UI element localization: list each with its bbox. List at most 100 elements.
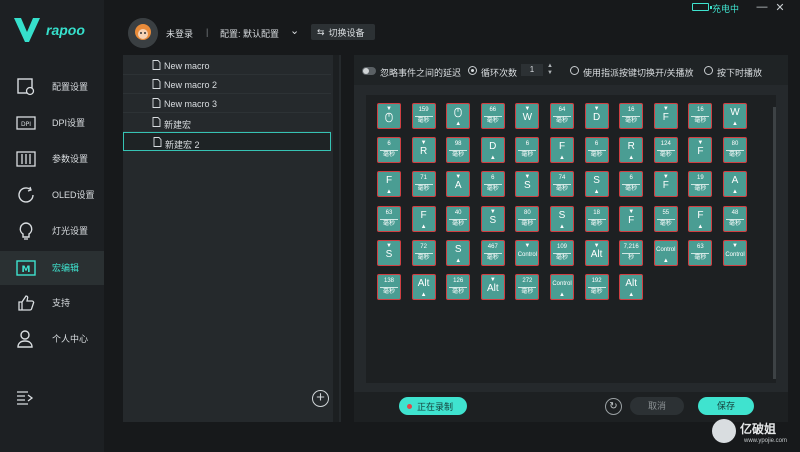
macro-delay-step[interactable]: 72 毫秒 xyxy=(411,239,436,266)
record-button[interactable]: 正在录制 xyxy=(399,397,467,415)
grid-scrollbar[interactable] xyxy=(773,107,776,379)
cancel-button[interactable]: 取消 xyxy=(630,397,684,415)
macro-key-step[interactable]: ▲ W xyxy=(723,103,747,129)
sidebar-item-bulb[interactable]: 灯光设置 xyxy=(0,214,104,248)
loop-count-input[interactable]: 1 xyxy=(521,64,543,76)
macro-key-step[interactable]: ▲ A xyxy=(723,171,747,198)
macro-key-step[interactable]: ▲ S xyxy=(584,171,609,198)
macro-delay-step[interactable]: 126 毫秒 xyxy=(446,274,471,300)
macro-key-step[interactable]: ▼ S xyxy=(480,205,505,232)
macro-delay-step[interactable]: 18 毫秒 xyxy=(584,205,609,232)
macro-delay-step[interactable]: 6 毫秒 xyxy=(619,171,644,198)
macro-key-step[interactable]: ▲ F xyxy=(411,205,436,232)
sidebar-item-dpi[interactable]: DPI DPI设置 xyxy=(0,106,104,140)
macro-delay-step[interactable]: 192 毫秒 xyxy=(584,274,609,300)
macro-key-step[interactable]: ▲ Alt xyxy=(411,274,436,300)
macro-key-step[interactable]: ▲ F xyxy=(550,137,574,164)
macro-delay-step[interactable]: 80 毫秒 xyxy=(723,137,747,164)
toggle-play-radio[interactable] xyxy=(570,66,579,75)
refresh-icon[interactable]: ↻ xyxy=(605,398,622,415)
profile-dropdown-icon[interactable]: ⌄ xyxy=(290,24,299,37)
save-button[interactable]: 保存 xyxy=(698,397,754,415)
macro-list-item[interactable]: New macro 3 xyxy=(123,94,331,113)
macro-delay-step[interactable]: 6 毫秒 xyxy=(377,137,401,164)
macro-key-step[interactable]: ▲ Alt xyxy=(619,274,644,300)
oled-icon xyxy=(16,185,36,205)
ignore-delay-toggle[interactable] xyxy=(362,67,376,75)
sidebar-item-config[interactable]: 配置设置 xyxy=(0,70,104,104)
macro-delay-step[interactable]: 7,216 秒 xyxy=(619,239,644,266)
sidebar-item-macro[interactable]: M 宏编辑 xyxy=(0,251,104,285)
sidebar-item-sliders[interactable]: 参数设置 xyxy=(0,142,104,176)
macro-list-item[interactable]: 新建宏 xyxy=(123,113,331,132)
macro-key-step[interactable]: ▼ Control xyxy=(723,239,747,266)
macro-list-item[interactable]: 新建宏 2 xyxy=(123,132,331,151)
switch-device-button[interactable]: ⇆ 切换设备 xyxy=(311,24,375,40)
macro-delay-step[interactable]: 16 毫秒 xyxy=(619,103,644,129)
macro-delay-step[interactable]: 71 毫秒 xyxy=(411,171,436,198)
macro-key-step[interactable]: ▲ S xyxy=(446,239,471,266)
macro-delay-step[interactable]: 98 毫秒 xyxy=(446,137,471,164)
macro-delay-step[interactable]: 6 毫秒 xyxy=(480,171,505,198)
macro-delay-step[interactable]: 40 毫秒 xyxy=(446,205,471,232)
macro-delay-step[interactable]: 6 毫秒 xyxy=(515,137,540,164)
macro-key-step[interactable]: ▼ Control xyxy=(515,239,540,266)
close-icon[interactable]: ✕ xyxy=(773,1,787,14)
macro-delay-step[interactable]: 74 毫秒 xyxy=(550,171,574,198)
macro-delay-step[interactable]: 6 毫秒 xyxy=(584,137,609,164)
macro-list-item[interactable]: New macro xyxy=(123,56,331,75)
macro-delay-step[interactable]: 159 毫秒 xyxy=(411,103,436,129)
sidebar-item-thumbs-up[interactable]: 支持 xyxy=(0,286,104,320)
macro-key-step[interactable]: ▲ F xyxy=(377,171,401,198)
avatar[interactable] xyxy=(128,18,158,48)
macro-delay-step[interactable]: 63 毫秒 xyxy=(688,239,713,266)
macro-key-step[interactable]: ▼ F xyxy=(619,205,644,232)
macro-delay-step[interactable]: 16 毫秒 xyxy=(688,103,713,129)
hold-play-radio[interactable] xyxy=(704,66,713,75)
minimize-icon[interactable]: — xyxy=(755,1,769,13)
macro-delay-step[interactable]: 63 毫秒 xyxy=(377,205,401,232)
add-macro-button[interactable]: + xyxy=(312,390,329,407)
macro-key-step[interactable]: ▼ F xyxy=(653,171,678,198)
macro-key-step[interactable]: ▼ F xyxy=(688,137,713,164)
macro-list-item[interactable]: New macro 2 xyxy=(123,75,331,94)
macro-key-step[interactable]: ▼ A xyxy=(446,171,471,198)
macro-key-step[interactable]: ▲ Control xyxy=(653,239,678,266)
macro-key-step[interactable]: ▲ D xyxy=(480,137,505,164)
macro-key-step[interactable]: ▼ D xyxy=(584,103,609,129)
macro-key-step[interactable]: ▼ S xyxy=(515,171,540,198)
macro-key-step[interactable]: ▼ W xyxy=(515,103,540,129)
macro-delay-step[interactable]: 64 毫秒 xyxy=(550,103,574,129)
sidebar-item-oled[interactable]: OLED设置 xyxy=(0,178,104,212)
macro-delay-step[interactable]: 80 毫秒 xyxy=(515,205,540,232)
key-up-arrow-icon: ▲ xyxy=(628,292,635,298)
loop-count-spinner-icon[interactable]: ▲ ▼ xyxy=(547,63,553,77)
macro-delay-step[interactable]: 467 毫秒 xyxy=(480,239,505,266)
macro-key-step[interactable]: ▼ S xyxy=(377,239,401,266)
macro-delay-step[interactable]: 55 毫秒 xyxy=(653,205,678,232)
macro-key-step[interactable]: ▲ xyxy=(446,103,471,129)
macro-delay-step[interactable]: 19 毫秒 xyxy=(688,171,713,198)
macro-key-step[interactable]: ▲ F xyxy=(688,205,713,232)
macro-key-step[interactable]: ▼ Alt xyxy=(480,274,505,300)
macro-key-step[interactable]: ▼ R xyxy=(411,137,436,164)
macro-delay-step[interactable]: 66 毫秒 xyxy=(480,103,505,129)
login-status[interactable]: 未登录 xyxy=(166,27,193,40)
loop-radio[interactable] xyxy=(468,66,477,75)
macro-key-step[interactable]: ▲ R xyxy=(619,137,644,164)
macro-delay-step[interactable]: 138 毫秒 xyxy=(377,274,401,300)
list-scrollbar[interactable] xyxy=(333,55,339,422)
macro-delay-step[interactable]: 109 毫秒 xyxy=(550,239,574,266)
macro-key-step[interactable]: ▼ xyxy=(377,103,401,129)
macro-delay-step[interactable]: 272 毫秒 xyxy=(515,274,540,300)
delay-value: 80 xyxy=(731,141,739,148)
delay-unit: 毫秒 xyxy=(486,118,499,124)
macro-key-step[interactable]: ▲ Control xyxy=(550,274,574,300)
macro-key-step[interactable]: ▼ F xyxy=(653,103,678,129)
collapse-menu-icon[interactable] xyxy=(16,390,34,406)
macro-delay-step[interactable]: 124 毫秒 xyxy=(653,137,678,164)
macro-key-step[interactable]: ▼ Alt xyxy=(584,239,609,266)
macro-delay-step[interactable]: 48 毫秒 xyxy=(723,205,747,232)
sidebar-item-user[interactable]: 个人中心 xyxy=(0,322,104,356)
macro-key-step[interactable]: ▲ S xyxy=(550,205,574,232)
